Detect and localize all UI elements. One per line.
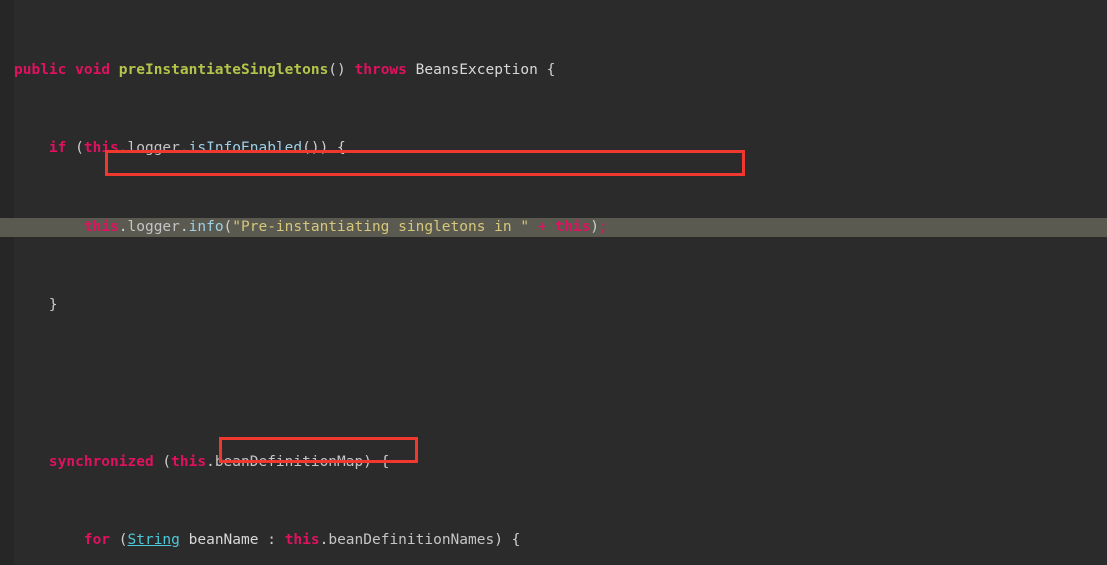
- code-line[interactable]: synchronized (this.beanDefinitionMap) {: [0, 453, 1107, 473]
- code-line[interactable]: if (this.logger.isInfoEnabled()) {: [0, 139, 1107, 159]
- code-line[interactable]: [0, 374, 1107, 394]
- code-content[interactable]: public void preInstantiateSingletons() t…: [0, 0, 1107, 565]
- code-line[interactable]: for (String beanName : this.beanDefiniti…: [0, 531, 1107, 551]
- code-line[interactable]: }: [0, 296, 1107, 316]
- code-line[interactable]: public void preInstantiateSingletons() t…: [0, 61, 1107, 81]
- code-editor[interactable]: public void preInstantiateSingletons() t…: [0, 0, 1107, 565]
- code-line-active[interactable]: this.logger.info("Pre-instantiating sing…: [0, 217, 1107, 238]
